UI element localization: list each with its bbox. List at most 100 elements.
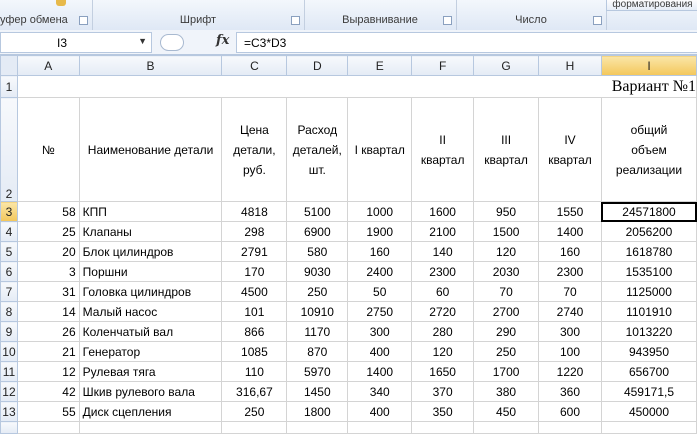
cell-a[interactable]: 14 [16, 301, 80, 322]
cell-b[interactable]: Малый насос [78, 301, 223, 322]
cell-f[interactable]: 350 [411, 401, 475, 422]
select-all-corner[interactable] [0, 55, 18, 76]
cell-d[interactable]: 1170 [286, 321, 349, 342]
empty-cell[interactable] [286, 421, 349, 434]
cell-g[interactable]: 120 [473, 241, 540, 262]
cell-a[interactable]: 26 [16, 321, 80, 342]
cell-b[interactable]: Шкив рулевого вала [78, 381, 223, 402]
cell-d[interactable]: 9030 [286, 261, 349, 282]
cell-h[interactable]: 600 [538, 401, 602, 422]
row-header[interactable]: 7 [0, 281, 18, 302]
row-header[interactable]: 13 [0, 401, 18, 422]
cell-a[interactable]: 12 [16, 361, 80, 382]
dialog-launcher-icon[interactable] [443, 16, 452, 25]
cell-d[interactable]: 580 [286, 241, 349, 262]
cell-h[interactable]: 360 [538, 381, 602, 402]
cell-h[interactable]: 2300 [538, 261, 602, 282]
cell-h[interactable]: 70 [538, 281, 602, 302]
cell-i[interactable]: 656700 [600, 361, 697, 382]
cell-g[interactable]: 2030 [473, 261, 540, 282]
cell-e[interactable]: 2400 [347, 261, 413, 282]
cell-h[interactable]: 300 [538, 321, 602, 342]
cell-a[interactable]: 42 [16, 381, 80, 402]
empty-cell[interactable] [538, 421, 602, 434]
row-header[interactable]: 12 [0, 381, 18, 402]
column-header[interactable]: E [347, 55, 413, 76]
header-cell[interactable]: II квартал [411, 97, 475, 202]
cell-g[interactable]: 290 [473, 321, 540, 342]
cell-g[interactable]: 950 [473, 201, 540, 222]
name-box[interactable]: I3 ▼ [0, 32, 152, 53]
cell-b[interactable]: Рулевая тяга [78, 361, 223, 382]
cell-c[interactable]: 101 [221, 301, 288, 322]
cell-h[interactable]: 1550 [538, 201, 602, 222]
empty-cell[interactable] [347, 421, 413, 434]
cell-f[interactable]: 2300 [411, 261, 475, 282]
header-cell[interactable]: Наименование детали [78, 97, 223, 202]
column-header[interactable]: H [538, 55, 602, 76]
title-cell[interactable]: Вариант №1 [16, 75, 697, 98]
cell-c[interactable]: 4818 [221, 201, 288, 222]
row-header[interactable]: 8 [0, 301, 18, 322]
cell-b[interactable]: Диск сцепления [78, 401, 223, 422]
empty-cell[interactable] [473, 421, 540, 434]
cell-e[interactable]: 400 [347, 401, 413, 422]
header-cell[interactable]: Расход деталей, шт. [286, 97, 349, 202]
cell-c[interactable]: 110 [221, 361, 288, 382]
cell-c[interactable]: 866 [221, 321, 288, 342]
column-header[interactable]: B [78, 55, 223, 76]
row-header[interactable]: 2 [0, 97, 18, 202]
cell-c[interactable]: 316,67 [221, 381, 288, 402]
column-header-selected[interactable]: I [600, 55, 697, 76]
cell-h[interactable]: 100 [538, 341, 602, 362]
column-header[interactable]: A [16, 55, 80, 76]
dialog-launcher-icon[interactable] [79, 16, 88, 25]
cell-g[interactable]: 250 [473, 341, 540, 362]
cell-d[interactable]: 5970 [286, 361, 349, 382]
empty-cell[interactable] [600, 421, 697, 434]
cell-b[interactable]: Генератор [78, 341, 223, 362]
column-header[interactable]: D [286, 55, 349, 76]
cell-c[interactable]: 250 [221, 401, 288, 422]
header-cell[interactable]: III квартал [473, 97, 540, 202]
row-header[interactable]: 4 [0, 221, 18, 242]
cell-i[interactable]: 1535100 [600, 261, 697, 282]
dialog-launcher-icon[interactable] [593, 16, 602, 25]
cell-e[interactable]: 2750 [347, 301, 413, 322]
cell-g[interactable]: 1700 [473, 361, 540, 382]
cell-i[interactable]: 1101910 [600, 301, 697, 322]
cell-a[interactable]: 31 [16, 281, 80, 302]
column-header[interactable]: F [411, 55, 475, 76]
cell-f[interactable]: 140 [411, 241, 475, 262]
cell-e[interactable]: 400 [347, 341, 413, 362]
cell-d[interactable]: 1800 [286, 401, 349, 422]
cell-e[interactable]: 50 [347, 281, 413, 302]
cell-e[interactable]: 160 [347, 241, 413, 262]
cell-b[interactable]: Клапаны [78, 221, 223, 242]
row-header[interactable]: 6 [0, 261, 18, 282]
cell-b[interactable]: КПП [78, 201, 223, 222]
cell-h[interactable]: 2740 [538, 301, 602, 322]
cell-a[interactable]: 20 [16, 241, 80, 262]
cell-f[interactable]: 2720 [411, 301, 475, 322]
cell-g[interactable]: 70 [473, 281, 540, 302]
chevron-down-icon[interactable]: ▼ [138, 36, 147, 46]
cell-h[interactable]: 160 [538, 241, 602, 262]
header-cell[interactable]: Цена детали, руб. [221, 97, 288, 202]
cell-i[interactable]: 2056200 [600, 221, 697, 242]
cell-c[interactable]: 298 [221, 221, 288, 242]
row-header[interactable]: 1 [0, 75, 18, 98]
cell-i[interactable]: 459171,5 [600, 381, 697, 402]
empty-cell[interactable] [78, 421, 223, 434]
cell-g[interactable]: 380 [473, 381, 540, 402]
cell-i[interactable]: 943950 [600, 341, 697, 362]
cell-f[interactable]: 1600 [411, 201, 475, 222]
cell-e[interactable]: 1000 [347, 201, 413, 222]
formula-input[interactable]: =C3*D3 [236, 32, 697, 53]
row-header[interactable]: 3 [0, 201, 18, 222]
empty-cell[interactable] [221, 421, 288, 434]
cell-d[interactable]: 250 [286, 281, 349, 302]
cell-i[interactable]: 450000 [600, 401, 697, 422]
cell-c[interactable]: 4500 [221, 281, 288, 302]
cell-f[interactable]: 60 [411, 281, 475, 302]
